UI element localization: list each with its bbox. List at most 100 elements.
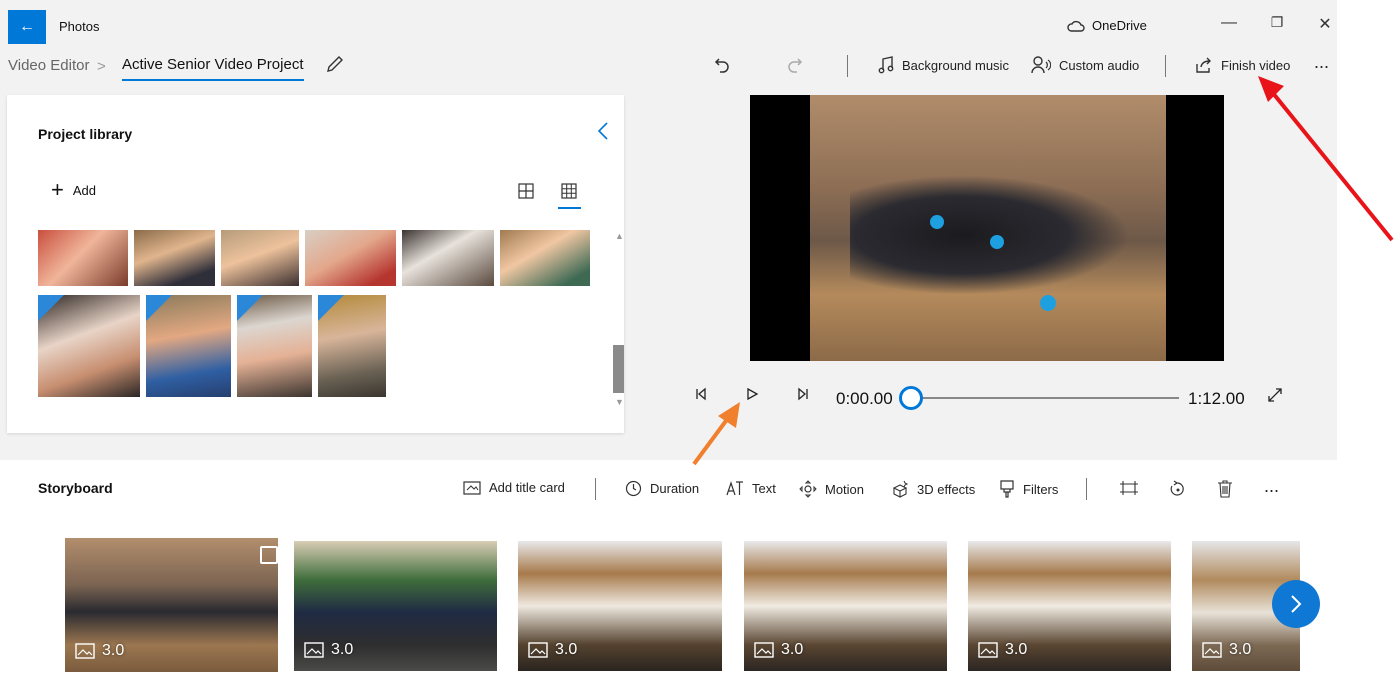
clip-duration-value: 3.0 <box>1005 641 1028 658</box>
library-photo[interactable] <box>221 230 299 286</box>
custom-audio-button[interactable]: Custom audio <box>1031 56 1139 74</box>
background-music-button[interactable]: Background music <box>878 56 1009 74</box>
app-title: Photos <box>59 19 100 34</box>
redo-button[interactable] <box>786 56 804 74</box>
current-time: 0:00.00 <box>836 389 893 408</box>
active-view-indicator <box>558 207 581 209</box>
storyboard-divider <box>595 478 596 500</box>
seek-bar[interactable] <box>911 397 1179 399</box>
library-photo[interactable] <box>237 295 312 397</box>
duration-button[interactable]: Duration <box>625 480 699 497</box>
motion-icon <box>799 480 817 498</box>
3d-effects-label: 3D effects <box>917 481 976 497</box>
toolbar-divider <box>1165 55 1166 77</box>
undo-icon <box>714 58 729 73</box>
image-icon <box>754 642 774 658</box>
library-photo[interactable] <box>402 230 494 286</box>
small-grid-view-button[interactable] <box>561 183 577 204</box>
clip-duration-value: 3.0 <box>781 641 804 658</box>
project-title[interactable]: Active Senior Video Project <box>122 56 304 81</box>
clip-duration: 3.0 <box>304 641 353 659</box>
title-card-icon <box>463 480 481 495</box>
music-note-icon <box>878 56 894 74</box>
pencil-icon <box>327 56 343 72</box>
storyboard-clip[interactable]: 3.0 <box>65 538 278 672</box>
seek-thumb[interactable] <box>899 386 923 410</box>
large-grid-icon <box>518 183 534 199</box>
add-media-button[interactable]: + Add <box>51 177 96 202</box>
toolbar-divider <box>847 55 848 77</box>
used-in-project-marker <box>146 295 172 321</box>
image-icon <box>528 642 548 658</box>
clip-select-checkbox[interactable] <box>260 546 278 564</box>
library-photo[interactable] <box>305 230 396 286</box>
chevron-left-icon <box>597 122 608 140</box>
back-arrow-icon: ← <box>19 18 35 35</box>
rotate-button[interactable] <box>1168 480 1186 498</box>
used-in-project-marker <box>38 295 64 321</box>
rotate-icon <box>1170 480 1184 496</box>
clip-duration-value: 3.0 <box>555 641 578 658</box>
delete-button[interactable] <box>1217 480 1233 498</box>
resize-button[interactable] <box>1119 480 1139 496</box>
storyboard-clip[interactable]: 3.0 <box>294 541 497 671</box>
motion-button[interactable]: Motion <box>799 480 864 498</box>
storyboard-clip[interactable]: 3.0 <box>744 541 947 671</box>
clip-duration-value: 3.0 <box>102 642 125 659</box>
clip-duration-value: 3.0 <box>1229 641 1252 658</box>
fullscreen-button[interactable] <box>1267 387 1283 408</box>
expand-icon <box>1268 388 1282 402</box>
clip-duration-value: 3.0 <box>331 641 354 658</box>
storyboard-more-button[interactable]: ... <box>1264 476 1279 497</box>
next-frame-button[interactable] <box>796 387 810 406</box>
person-audio-icon <box>1031 56 1051 74</box>
share-icon <box>1196 57 1211 73</box>
breadcrumb-video-editor[interactable]: Video Editor <box>8 57 89 74</box>
close-button[interactable]: ✕ <box>1310 14 1340 34</box>
restore-button[interactable]: ❐ <box>1262 14 1292 31</box>
minimize-button[interactable]: — <box>1214 14 1244 32</box>
red-annotation-arrow-icon <box>1258 76 1394 242</box>
scroll-up-icon[interactable]: ▲ <box>615 231 624 241</box>
trash-icon <box>1218 480 1232 498</box>
3d-effects-button[interactable]: 3D effects <box>891 480 975 498</box>
background-music-label: Background music <box>902 57 1009 73</box>
large-grid-view-button[interactable] <box>518 183 534 204</box>
storyboard-more-label: ... <box>1264 476 1280 496</box>
redo-icon <box>788 58 803 73</box>
library-photo[interactable] <box>38 230 128 286</box>
library-photo[interactable] <box>318 295 386 397</box>
3d-effects-icon <box>892 480 909 498</box>
text-button[interactable]: Text <box>726 480 776 496</box>
storyboard-next-button[interactable] <box>1272 580 1320 628</box>
storyboard-clip[interactable]: 3.0 <box>518 541 722 671</box>
text-icon <box>726 481 743 496</box>
clip-duration: 3.0 <box>1202 641 1251 659</box>
storyboard-clip[interactable]: 3.0 <box>968 541 1171 671</box>
library-photo[interactable] <box>146 295 231 397</box>
image-icon <box>1202 642 1222 658</box>
add-title-card-button[interactable]: Add title card <box>463 480 565 495</box>
add-label: Add <box>72 182 96 198</box>
video-preview[interactable] <box>750 95 1224 361</box>
used-in-project-marker <box>318 295 344 321</box>
plus-icon: + <box>51 177 64 202</box>
library-photo[interactable] <box>38 295 140 397</box>
collapse-library-button[interactable] <box>597 121 609 147</box>
step-forward-icon <box>798 387 808 401</box>
undo-button[interactable] <box>713 56 731 74</box>
filters-button[interactable]: Filters <box>999 480 1058 498</box>
project-library-panel: Project library + Add ▲ ▼ <box>7 95 624 433</box>
library-photo[interactable] <box>134 230 215 286</box>
library-scroll-thumb[interactable] <box>613 345 624 393</box>
library-photo[interactable] <box>500 230 590 286</box>
rename-button[interactable] <box>325 54 345 79</box>
image-icon <box>75 643 95 659</box>
back-button[interactable]: ← <box>8 10 46 44</box>
crop-frame-icon <box>1120 481 1138 495</box>
storyboard-title: Storyboard <box>38 480 113 496</box>
clock-icon <box>625 480 642 497</box>
scroll-down-icon[interactable]: ▼ <box>615 397 624 407</box>
add-title-card-label: Add title card <box>489 480 565 495</box>
onedrive-button[interactable]: OneDrive <box>1067 18 1147 33</box>
